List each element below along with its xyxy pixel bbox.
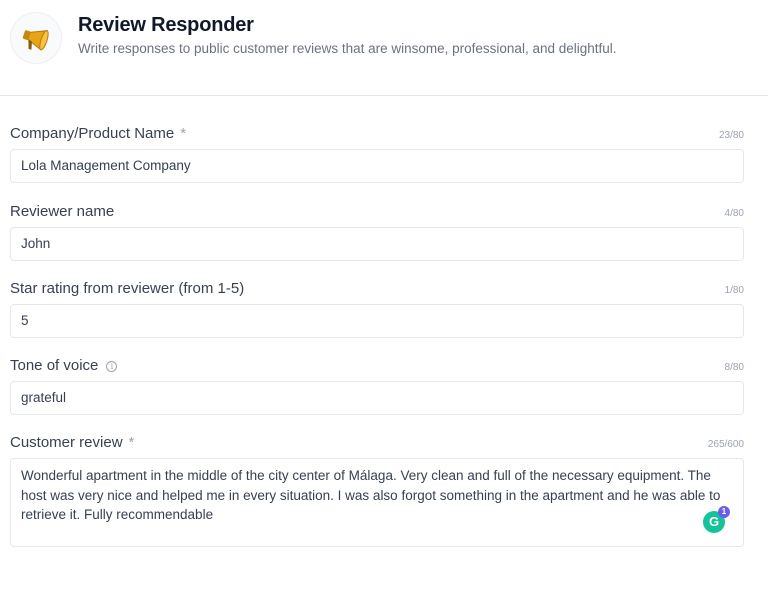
info-icon[interactable]: i (106, 361, 118, 372)
required-marker: * (180, 125, 187, 142)
app-logo (10, 12, 62, 64)
char-counter: 23/80 (718, 130, 744, 141)
tone-of-voice-label: Tone of voice i (10, 357, 118, 374)
customer-review-text: Wonderful apartment in the middle of the… (21, 468, 721, 522)
grammarly-badge: 1 (718, 506, 730, 518)
customer-review-textarea[interactable]: Wonderful apartment in the middle of the… (10, 458, 744, 547)
page-title: Review Responder (78, 14, 254, 36)
grammarly-icon[interactable]: G 1 (703, 506, 730, 533)
megaphone-icon (22, 30, 49, 51)
char-counter: 265/600 (707, 439, 744, 450)
reviewer-name-input[interactable]: John (10, 227, 744, 261)
page-subtitle: Write responses to public customer revie… (78, 41, 617, 56)
char-counter: 1/80 (724, 285, 744, 296)
tone-of-voice-input[interactable]: grateful (10, 381, 744, 415)
company-name-input[interactable]: Lola Management Company (10, 149, 744, 183)
star-rating-label: Star rating from reviewer (from 1-5) (10, 280, 245, 297)
star-rating-input[interactable]: 5 (10, 304, 744, 338)
char-counter: 8/80 (724, 362, 744, 373)
char-counter: 4/80 (724, 208, 744, 219)
required-marker: * (128, 434, 135, 451)
app-header: Review Responder Write responses to publ… (0, 0, 768, 96)
grammarly-letter: G (708, 514, 720, 529)
reviewer-name-label: Reviewer name (10, 203, 115, 220)
company-name-label: Company/Product Name * (10, 125, 187, 142)
customer-review-label: Customer review * (10, 434, 135, 451)
